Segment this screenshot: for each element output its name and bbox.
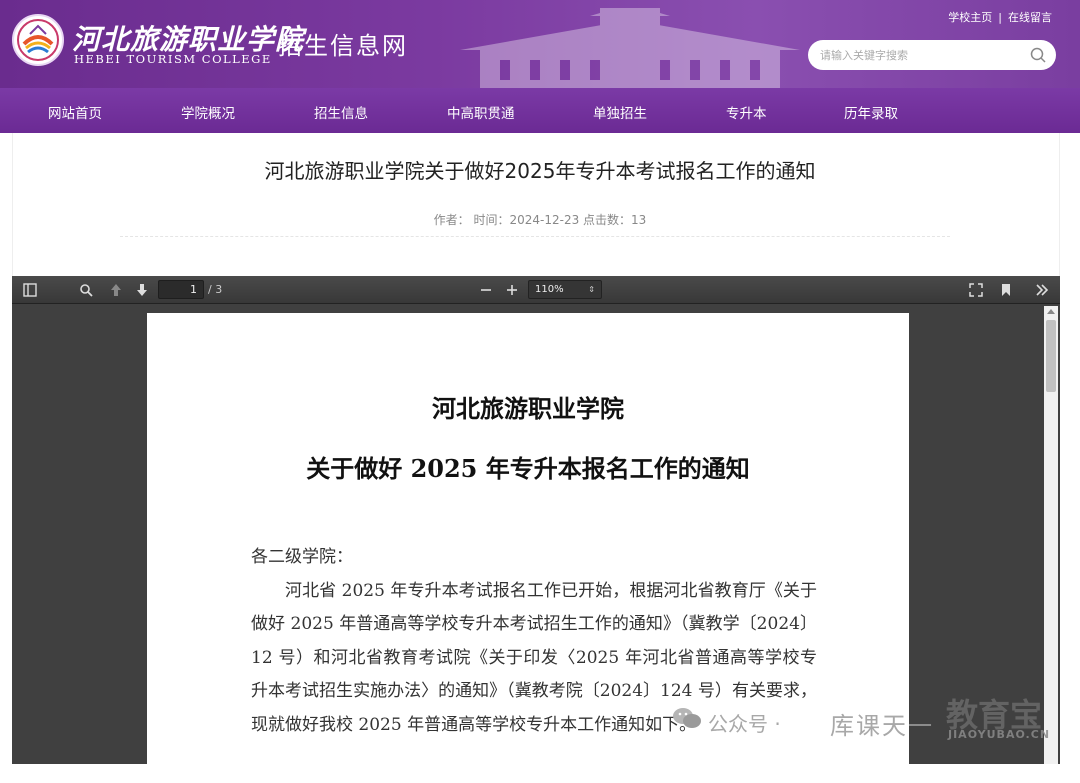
watermark-name: 库课天一	[830, 712, 934, 740]
nav-item-upgrade[interactable]: 专升本	[726, 102, 767, 122]
search-input[interactable]	[820, 48, 1020, 62]
chevron-up-down-icon: ⇕	[588, 285, 595, 294]
plus-icon[interactable]	[502, 280, 522, 300]
nav-item-independent-admission[interactable]: 单独招生	[593, 102, 647, 122]
page-number-input[interactable]	[158, 280, 204, 299]
document-heading-notice: 关于做好 2025 年专升本报名工作的通知	[306, 454, 750, 483]
arrow-up-icon[interactable]	[106, 280, 126, 300]
minus-icon[interactable]	[476, 280, 496, 300]
college-logo[interactable]	[12, 14, 64, 66]
double-chevron-right-icon[interactable]	[1032, 280, 1052, 300]
divider	[120, 236, 950, 237]
zoom-value: 110%	[535, 284, 564, 295]
document-greeting: 各二级学院：	[251, 547, 353, 567]
zoom-select[interactable]: 110% ⇕	[528, 280, 602, 299]
nav-item-home[interactable]: 网站首页	[48, 102, 102, 122]
nav-item-history[interactable]: 历年录取	[844, 102, 898, 122]
arrow-down-icon[interactable]	[132, 280, 152, 300]
scroll-up-arrow-icon[interactable]	[1047, 309, 1055, 314]
wechat-icon	[673, 708, 701, 728]
online-message-link[interactable]: 在线留言	[1008, 11, 1052, 24]
search-icon[interactable]	[76, 280, 96, 300]
scrollbar-thumb[interactable]	[1046, 320, 1056, 392]
school-home-link[interactable]: 学校主页	[948, 11, 992, 24]
sidebar-toggle-icon[interactable]	[20, 280, 40, 300]
article-title: 河北旅游职业学院关于做好2025年专升本考试报名工作的通知	[264, 159, 816, 183]
pdf-toolbar: / 3 110% ⇕	[12, 276, 1060, 304]
college-name-en: HEBEI TOURISM COLLEGE	[74, 52, 272, 66]
logo-emblem-icon	[17, 19, 59, 61]
campus-building-decoration	[460, 8, 800, 88]
main-nav: 网站首页 学院概况 招生信息 中高职贯通 单独招生 专升本 历年录取	[0, 88, 1080, 133]
bookmark-icon[interactable]	[996, 280, 1016, 300]
nav-item-admissions[interactable]: 招生信息	[314, 102, 368, 122]
document-heading-college: 河北旅游职业学院	[432, 394, 624, 423]
wechat-label: 公众号 ·	[708, 712, 781, 736]
fullscreen-icon[interactable]	[966, 280, 986, 300]
nav-item-about[interactable]: 学院概况	[181, 102, 235, 122]
top-links-separator: |	[998, 11, 1002, 24]
site-name: 招生信息网	[278, 32, 408, 60]
article-meta: 作者： 时间：2024-12-23 点击数：13	[433, 213, 647, 227]
watermark-brand-url: JIAOYUBAO.CN	[948, 728, 1051, 741]
page-count: / 3	[208, 283, 223, 296]
site-header: 河北旅游职业学院 HEBEI TOURISM COLLEGE 招生信息网 学校主…	[0, 0, 1080, 88]
search-box	[808, 40, 1056, 70]
search-icon[interactable]	[1030, 47, 1046, 63]
nav-item-secondary-vocational[interactable]: 中高职贯通	[447, 102, 515, 122]
top-links: 学校主页 | 在线留言	[948, 9, 1052, 25]
watermark: 公众号 · 库课天一 教育宝 JIAOYUBAO.CN	[672, 690, 1072, 750]
